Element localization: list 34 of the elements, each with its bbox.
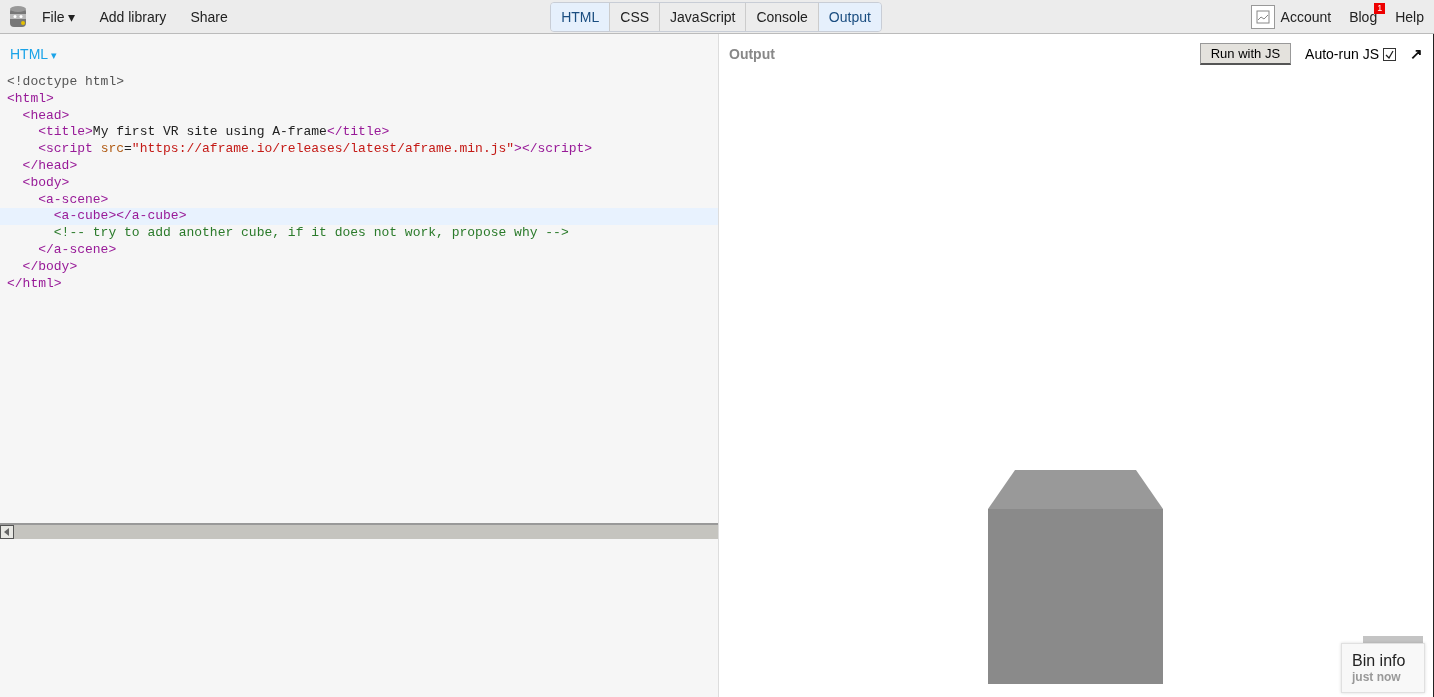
menu-item[interactable]: Add library: [89, 8, 177, 25]
code-line: <html>: [6, 90, 55, 108]
code-line: <head>: [21, 107, 71, 125]
panel-tab[interactable]: Output: [817, 2, 881, 31]
code-line: <!doctype html>: [6, 74, 126, 91]
bin-time: just now: [1352, 670, 1402, 684]
autorun-checkbox[interactable]: Auto-run JS: [1305, 46, 1396, 62]
nav-link[interactable]: Help: [1395, 8, 1424, 25]
run-button[interactable]: Run with JS: [1199, 43, 1292, 65]
code-line: <title>My first VR site using A-frame</title>: [37, 124, 391, 142]
code-line: </html>: [6, 275, 63, 293]
bin-info-panel[interactable]: Bin info just now: [1341, 643, 1425, 693]
logo-icon[interactable]: [8, 4, 28, 29]
panel-tab[interactable]: HTML: [551, 2, 610, 31]
menu-item[interactable]: Share: [180, 8, 238, 25]
code-line: <a-scene>: [37, 191, 110, 209]
code-line: <script src="https://aframe.io/releases/latest/aframe.min.js"></script>: [37, 141, 594, 158]
code-line: <!-- try to add another cube, if it does not work, propose why -->: [52, 225, 570, 242]
scroll-left-button[interactable]: [0, 525, 14, 539]
horizontal-scrollbar[interactable]: [0, 523, 718, 539]
bin-info-title: Bin info: [1352, 652, 1407, 670]
code-line: </a-scene>: [37, 241, 118, 259]
left-arrow-icon: [4, 528, 10, 536]
nav-link[interactable]: Account: [1280, 8, 1332, 25]
notification-badge: 1: [1374, 2, 1386, 14]
popout-link[interactable]: ↗: [1410, 45, 1423, 63]
avatar-icon[interactable]: [1250, 4, 1275, 29]
output-title: Output: [729, 46, 776, 62]
code-line: </head>: [21, 158, 79, 175]
tab-handle[interactable]: [1363, 636, 1423, 643]
menu-item[interactable]: File ▾: [32, 8, 86, 25]
code-line: </body>: [21, 258, 79, 276]
check-icon: [1385, 49, 1394, 59]
code-line: <body>: [21, 174, 71, 192]
